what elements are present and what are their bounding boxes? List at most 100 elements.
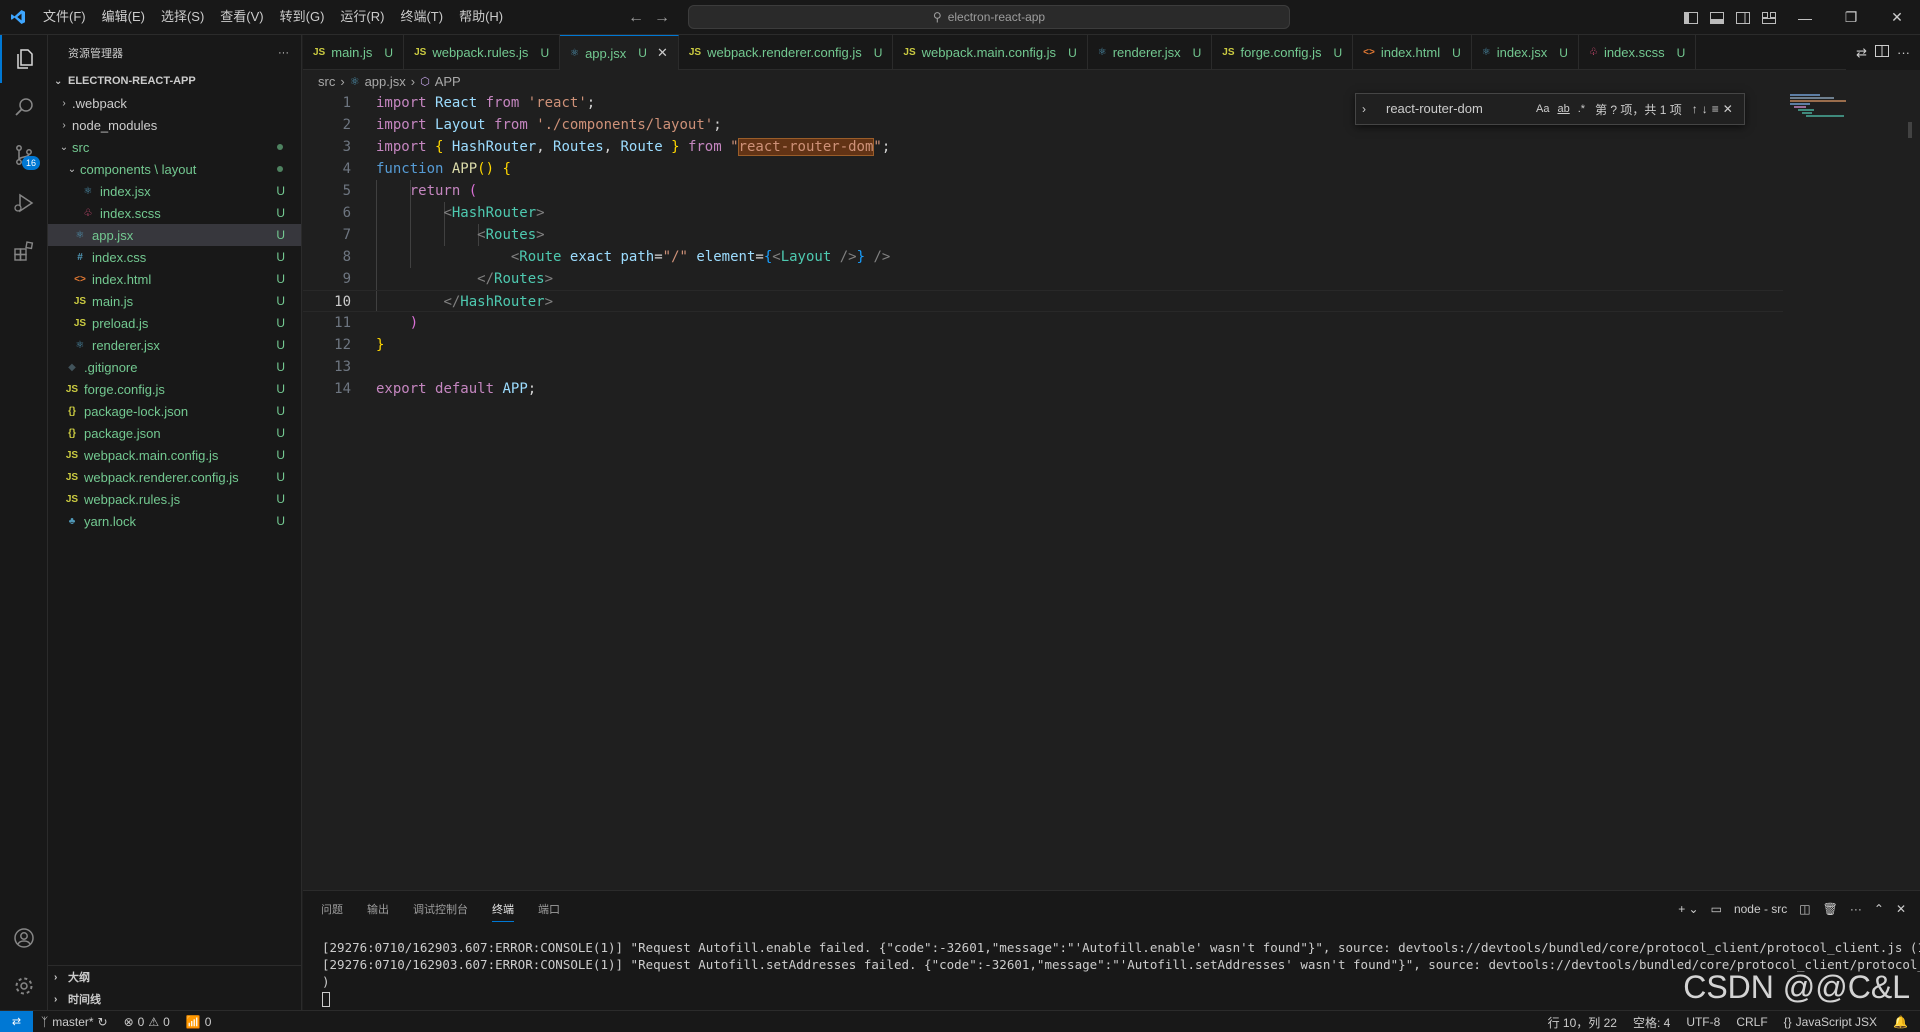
code-line[interactable]: 14 export default APP; [303,378,1783,400]
split-editor-icon[interactable] [1875,45,1889,60]
tree-file[interactable]: ♣ yarn.lock U [48,510,301,532]
editor-tab[interactable]: JS forge.config.js U [1212,35,1354,70]
menu-item[interactable]: 转到(G) [272,5,333,29]
tree-file[interactable]: JS webpack.renderer.config.js U [48,466,301,488]
code-line[interactable]: 8 <Route exact path="/" element={<Layout… [303,246,1783,268]
customize-layout-icon[interactable] [1756,0,1782,35]
source-control-icon[interactable]: 16 [0,131,48,179]
code-line[interactable]: 9 </Routes> [303,268,1783,290]
open-changes-icon[interactable]: ⇄ [1856,45,1867,61]
account-icon[interactable] [0,914,48,962]
tree-folder[interactable]: › .webpack [48,92,301,114]
tree-file[interactable]: JS webpack.main.config.js U [48,444,301,466]
close-panel-icon[interactable]: ✕ [1896,902,1906,916]
editor-tab[interactable]: ♧ index.scss U [1579,35,1697,70]
editor-tab[interactable]: JS webpack.main.config.js U [893,35,1088,70]
editor-tab[interactable]: ⚛ renderer.jsx U [1088,35,1213,70]
code-editor[interactable]: 1 import React from 'react'; 2 import Layou… [303,92,1920,890]
more-editor-actions-icon[interactable]: ··· [1897,45,1910,60]
editor-tab[interactable]: ⚛ app.jsx U ✕ [560,35,679,70]
cursor-position[interactable]: 行 10，列 22 [1540,1014,1625,1031]
code-line[interactable]: 6 <HashRouter> [303,202,1783,224]
panel-tab[interactable]: 问题 [321,901,343,917]
more-actions-icon[interactable]: ··· [278,47,289,59]
terminal-name[interactable]: node - src [1734,902,1787,916]
previous-match-icon[interactable]: ↑ [1692,102,1698,116]
close-find-icon[interactable]: ✕ [1723,102,1733,116]
tree-folder[interactable]: ⌄ components \ layout [48,158,301,180]
tree-file[interactable]: # index.css U [48,246,301,268]
restore-icon[interactable]: ❐ [1828,0,1874,35]
tree-folder[interactable]: › node_modules [48,114,301,136]
menu-item[interactable]: 文件(F) [35,5,94,29]
run-debug-icon[interactable] [0,179,48,227]
vertical-scrollbar[interactable] [1908,122,1912,138]
tree-file[interactable]: JS main.js U [48,290,301,312]
maximize-panel-icon[interactable]: ⌃ [1874,902,1884,916]
manage-gear-icon[interactable] [0,962,48,1010]
panel-tab[interactable]: 端口 [538,901,560,917]
workspace-root[interactable]: ⌄ ELECTRON-REACT-APP [48,70,301,92]
ports-status[interactable]: 📶 0 [178,1015,220,1029]
tree-file[interactable]: ◆ .gitignore U [48,356,301,378]
indentation[interactable]: 空格: 4 [1625,1014,1678,1031]
panel-tab[interactable]: 终端 [492,901,514,922]
find-input[interactable]: react-router-dom [1380,98,1530,120]
use-regex-icon[interactable]: .* [1576,103,1587,115]
outline-section[interactable]: › 大纲 [48,966,302,988]
panel-tab[interactable]: 调试控制台 [413,901,468,917]
menu-item[interactable]: 运行(R) [332,5,392,29]
code-line[interactable]: 12} [303,334,1783,356]
problems-status[interactable]: ⊗ 0 ⚠ 0 [116,1015,178,1029]
editor-tab[interactable]: JS webpack.rules.js U [404,35,561,70]
breadcrumb-file[interactable]: app.jsx [365,74,406,89]
tree-file[interactable]: ⚛ renderer.jsx U [48,334,301,356]
tree-file[interactable]: JS forge.config.js U [48,378,301,400]
menu-item[interactable]: 终端(T) [392,5,451,29]
tree-file[interactable]: JS preload.js U [48,312,301,334]
code-line[interactable]: 13 [303,356,1783,378]
tree-file[interactable]: {} package-lock.json U [48,400,301,422]
toggle-replace-chevron-icon[interactable]: › [1362,102,1376,116]
back-arrow-icon[interactable]: ← [628,9,644,27]
editor-tab[interactable]: JS webpack.renderer.config.js U [679,35,894,70]
menu-item[interactable]: 查看(V) [212,5,271,29]
search-view-icon[interactable] [0,83,48,131]
editor-tab[interactable]: <> index.html U [1353,35,1472,70]
notifications-bell-icon[interactable]: 🔔 [1885,1015,1916,1029]
minimap[interactable] [1790,92,1910,132]
next-match-icon[interactable]: ↓ [1702,102,1708,116]
find-in-selection-icon[interactable]: ≡ [1712,102,1719,116]
remote-indicator-icon[interactable]: ⇄ [0,1010,33,1032]
branch-status[interactable]: ᛉ master* ↻ [33,1015,116,1029]
end-of-line[interactable]: CRLF [1728,1015,1775,1029]
extensions-icon[interactable] [0,227,48,275]
tree-file[interactable]: <> index.html U [48,268,301,290]
encoding[interactable]: UTF-8 [1678,1015,1728,1029]
timeline-section[interactable]: › 时间线 [48,988,302,1010]
tree-file[interactable]: ⚛ app.jsx U [48,224,301,246]
tree-file[interactable]: ⚛ index.jsx U [48,180,301,202]
forward-arrow-icon[interactable]: → [654,9,670,27]
tree-file[interactable]: ♧ index.scss U [48,202,301,224]
terminal-output[interactable]: [29276:0710/162903.607:ERROR:CONSOLE(1)]… [322,939,1920,1007]
menu-item[interactable]: 选择(S) [153,5,212,29]
editor-tab[interactable]: JS main.js U [303,35,405,70]
split-terminal-icon[interactable]: ◫ [1799,902,1810,916]
language-mode[interactable]: {} JavaScript JSX [1776,1015,1885,1029]
tree-file[interactable]: JS webpack.rules.js U [48,488,301,510]
match-case-icon[interactable]: Aa [1534,103,1551,115]
close-window-icon[interactable]: ✕ [1874,0,1920,35]
command-center-search[interactable]: ⚲ electron-react-app [688,5,1290,29]
code-line[interactable]: 3 import { HashRouter, Routes, Route } fr… [303,136,1783,158]
code-line[interactable]: 10 </HashRouter> [303,290,1783,312]
explorer-icon[interactable] [0,35,48,83]
code-line[interactable]: 5 return ( [303,180,1783,202]
toggle-panel-icon[interactable] [1704,0,1730,35]
match-whole-word-icon[interactable]: ab [1555,103,1571,115]
breadcrumb-src[interactable]: src [318,74,335,89]
toggle-secondary-sidebar-icon[interactable] [1730,0,1756,35]
panel-tab[interactable]: 输出 [367,901,389,917]
breadcrumb-symbol[interactable]: APP [435,74,461,89]
close-tab-icon[interactable]: ✕ [657,45,668,61]
